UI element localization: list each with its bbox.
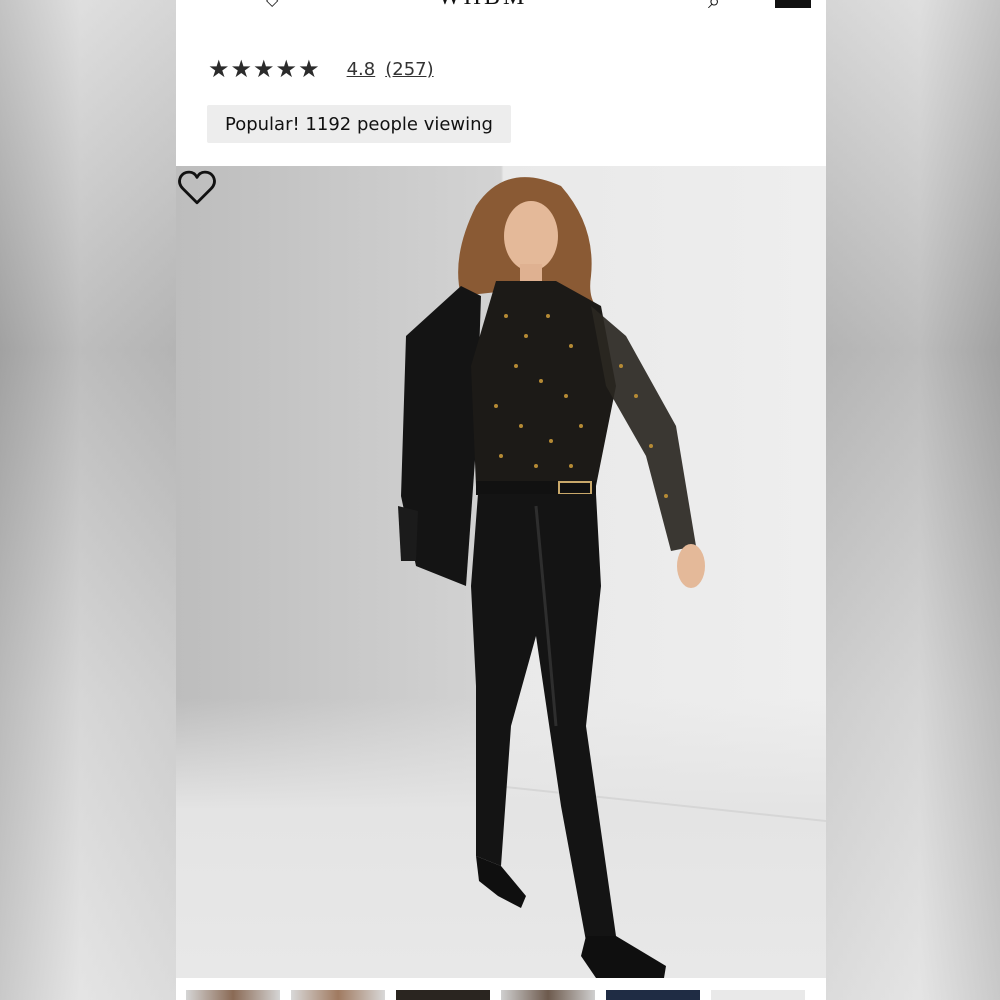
model-illustration [398, 177, 826, 978]
thumbnail-5[interactable] [606, 990, 700, 1000]
background-blur-right [826, 0, 1000, 1000]
review-count-link[interactable]: (257) [385, 59, 433, 80]
product-page: ◇ WHBM ⌕ ★★★★★ 4.8 (257) Popular! 1192 p… [176, 0, 826, 1000]
thumbnail-2[interactable] [291, 990, 385, 1000]
rating-row: ★★★★★ 4.8 (257) [208, 54, 434, 84]
thumbnail-1[interactable] [186, 990, 280, 1000]
thumbnail-4[interactable] [501, 990, 595, 1000]
menu-icon[interactable]: ◇ [266, 0, 278, 10]
popular-badge: Popular! 1192 people viewing [207, 105, 511, 143]
shopping-bag-icon[interactable] [775, 0, 811, 8]
background-blur-left [0, 0, 176, 1000]
search-icon[interactable]: ⌕ [708, 0, 720, 14]
heart-outline-icon[interactable] [176, 166, 218, 208]
rating-stars: ★★★★★ [208, 55, 321, 83]
site-header: ◇ WHBM ⌕ [176, 0, 826, 40]
brand-logo[interactable]: WHBM [438, 0, 527, 11]
rating-value-link[interactable]: 4.8 [347, 59, 376, 80]
thumbnail-3[interactable] [396, 990, 490, 1000]
product-image[interactable] [176, 166, 826, 978]
thumbnail-strip [176, 980, 826, 1000]
thumbnail-6[interactable] [711, 990, 805, 1000]
